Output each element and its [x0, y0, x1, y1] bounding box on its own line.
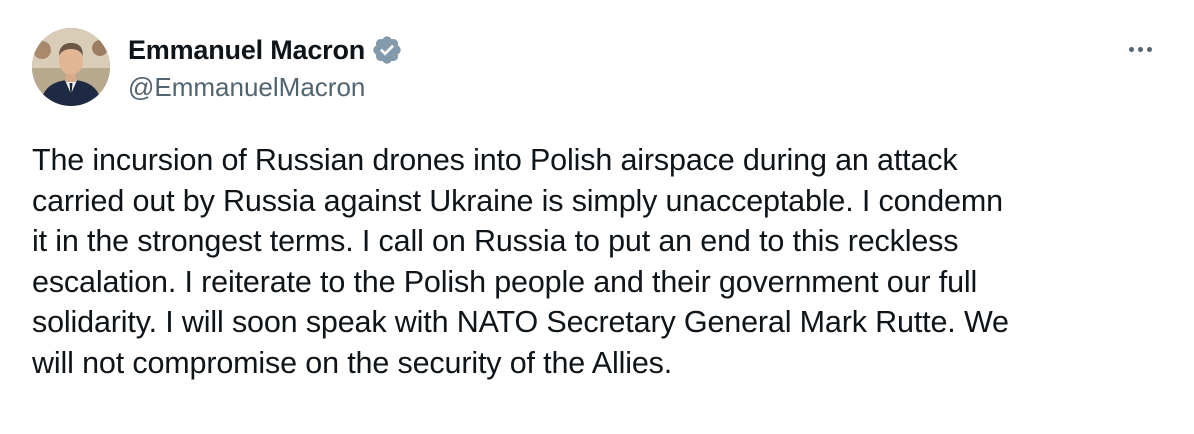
more-horizontal-icon	[1128, 46, 1134, 52]
author-display-name[interactable]: Emmanuel Macron	[128, 35, 365, 66]
name-row: Emmanuel Macron	[128, 30, 403, 70]
more-options-button[interactable]	[1118, 34, 1162, 64]
author-handle[interactable]: @EmmanuelMacron	[128, 72, 365, 103]
verified-badge-icon[interactable]	[371, 34, 403, 66]
more-horizontal-icon-dot	[1137, 46, 1143, 52]
avatar-image	[32, 28, 110, 106]
tweet-text: The incursion of Russian drones into Pol…	[32, 143, 1009, 380]
more-horizontal-icon-dot	[1146, 46, 1152, 52]
tweet-card: Emmanuel Macron @EmmanuelMacron The incu…	[0, 0, 1194, 434]
avatar[interactable]	[32, 28, 110, 106]
